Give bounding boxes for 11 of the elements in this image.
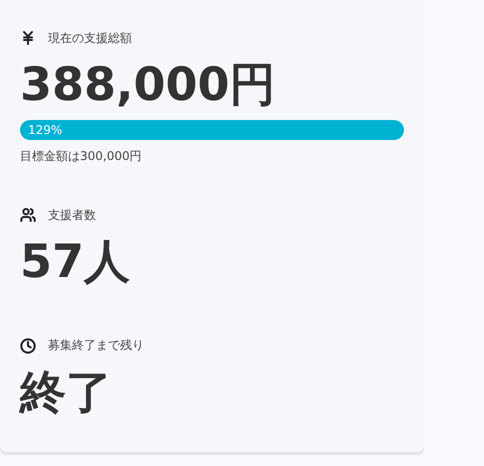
clock-icon [20, 338, 36, 354]
progress-percent: 129% [28, 122, 62, 138]
stat-label: 募集終了まで残り [48, 337, 144, 354]
stat-value: 57人 [20, 233, 132, 290]
goal-note: 目標金額は300,000円 [20, 148, 143, 165]
stat-value: 388,000円 [20, 56, 277, 113]
stat-value: 終了 [20, 364, 113, 421]
yen-icon [20, 30, 36, 46]
stat-label: 現在の支援総額 [48, 30, 132, 46]
stat-label: 支援者数 [48, 206, 96, 224]
users-icon [20, 207, 36, 224]
